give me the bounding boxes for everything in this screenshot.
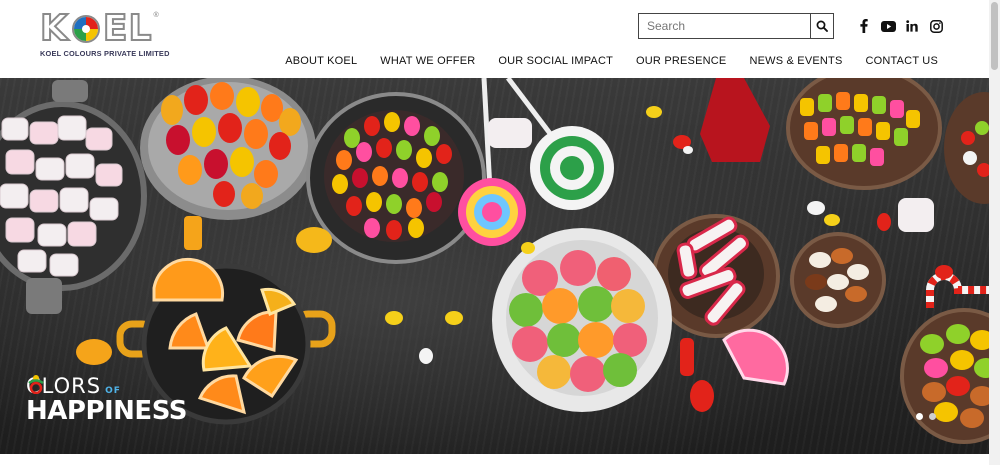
search-input[interactable] [639,14,810,38]
jelly-bean-bowl [306,92,486,264]
gummy-bear-plate [140,78,316,220]
logo-color-wheel-icon [71,15,100,43]
sugar-gumdrop-bowl [492,228,672,412]
company-subtitle: KOEL COLOURS PRIVATE LIMITED [40,49,170,58]
tagline-lors: LORS [41,374,102,398]
colors-of-happiness-tagline: C LORS OF HAPPINESS [26,374,196,426]
marshmallow-bowl [0,80,147,314]
tagline-of: OF [105,386,121,396]
trademark-symbol: ® [153,12,159,19]
page-scrollbar[interactable] [989,0,1000,465]
main-nav: ABOUT KOEL WHAT WE OFFER OUR SOCIAL IMPA… [285,55,938,67]
slider-dot-1[interactable] [916,413,923,420]
logo-wordmark: K EL ® [39,8,175,49]
nav-what-we-offer[interactable]: WHAT WE OFFER [380,55,475,67]
nav-news-and-events[interactable]: NEWS & EVENTS [749,55,842,67]
social-links [852,16,948,36]
search-button[interactable] [810,14,833,38]
search-icon [816,20,828,32]
logo-letter-k: K [39,8,69,49]
search-box [638,13,834,39]
hero-slider[interactable]: C LORS OF HAPPINESS [0,78,989,454]
instagram-icon[interactable] [924,16,948,36]
page: K EL ® KOEL COLOURS PRIVATE LIMITED Sear… [0,0,1000,465]
tagline-line-1: C LORS OF [26,374,196,398]
koel-logo[interactable]: K EL ® KOEL COLOURS PRIVATE LIMITED [39,8,175,62]
nav-contact-us[interactable]: CONTACT US [866,55,939,67]
gummy-bowl-top-right [786,78,989,204]
page-bottom [0,454,989,465]
youtube-icon[interactable] [876,16,900,36]
nav-our-social-impact[interactable]: OUR SOCIAL IMPACT [498,55,613,67]
nav-about-koel[interactable]: ABOUT KOEL [285,55,357,67]
toffee-bowl [790,232,886,328]
logo-letters-el: EL [102,8,153,49]
facebook-icon[interactable] [852,16,876,36]
scrollbar-thumb[interactable] [991,2,998,70]
tagline-happiness: HAPPINESS [26,396,187,426]
site-header: K EL ® KOEL COLOURS PRIVATE LIMITED Sear… [0,0,989,78]
happy-figure-icon [28,375,44,394]
linkedin-icon[interactable] [900,16,924,36]
slider-dots [916,413,936,420]
gum-drop-bowl [900,308,989,444]
nav-our-presence[interactable]: OUR PRESENCE [636,55,726,67]
candy-cane [926,272,989,308]
slider-dot-2[interactable] [929,413,936,420]
peppermint-bowl [652,78,780,338]
